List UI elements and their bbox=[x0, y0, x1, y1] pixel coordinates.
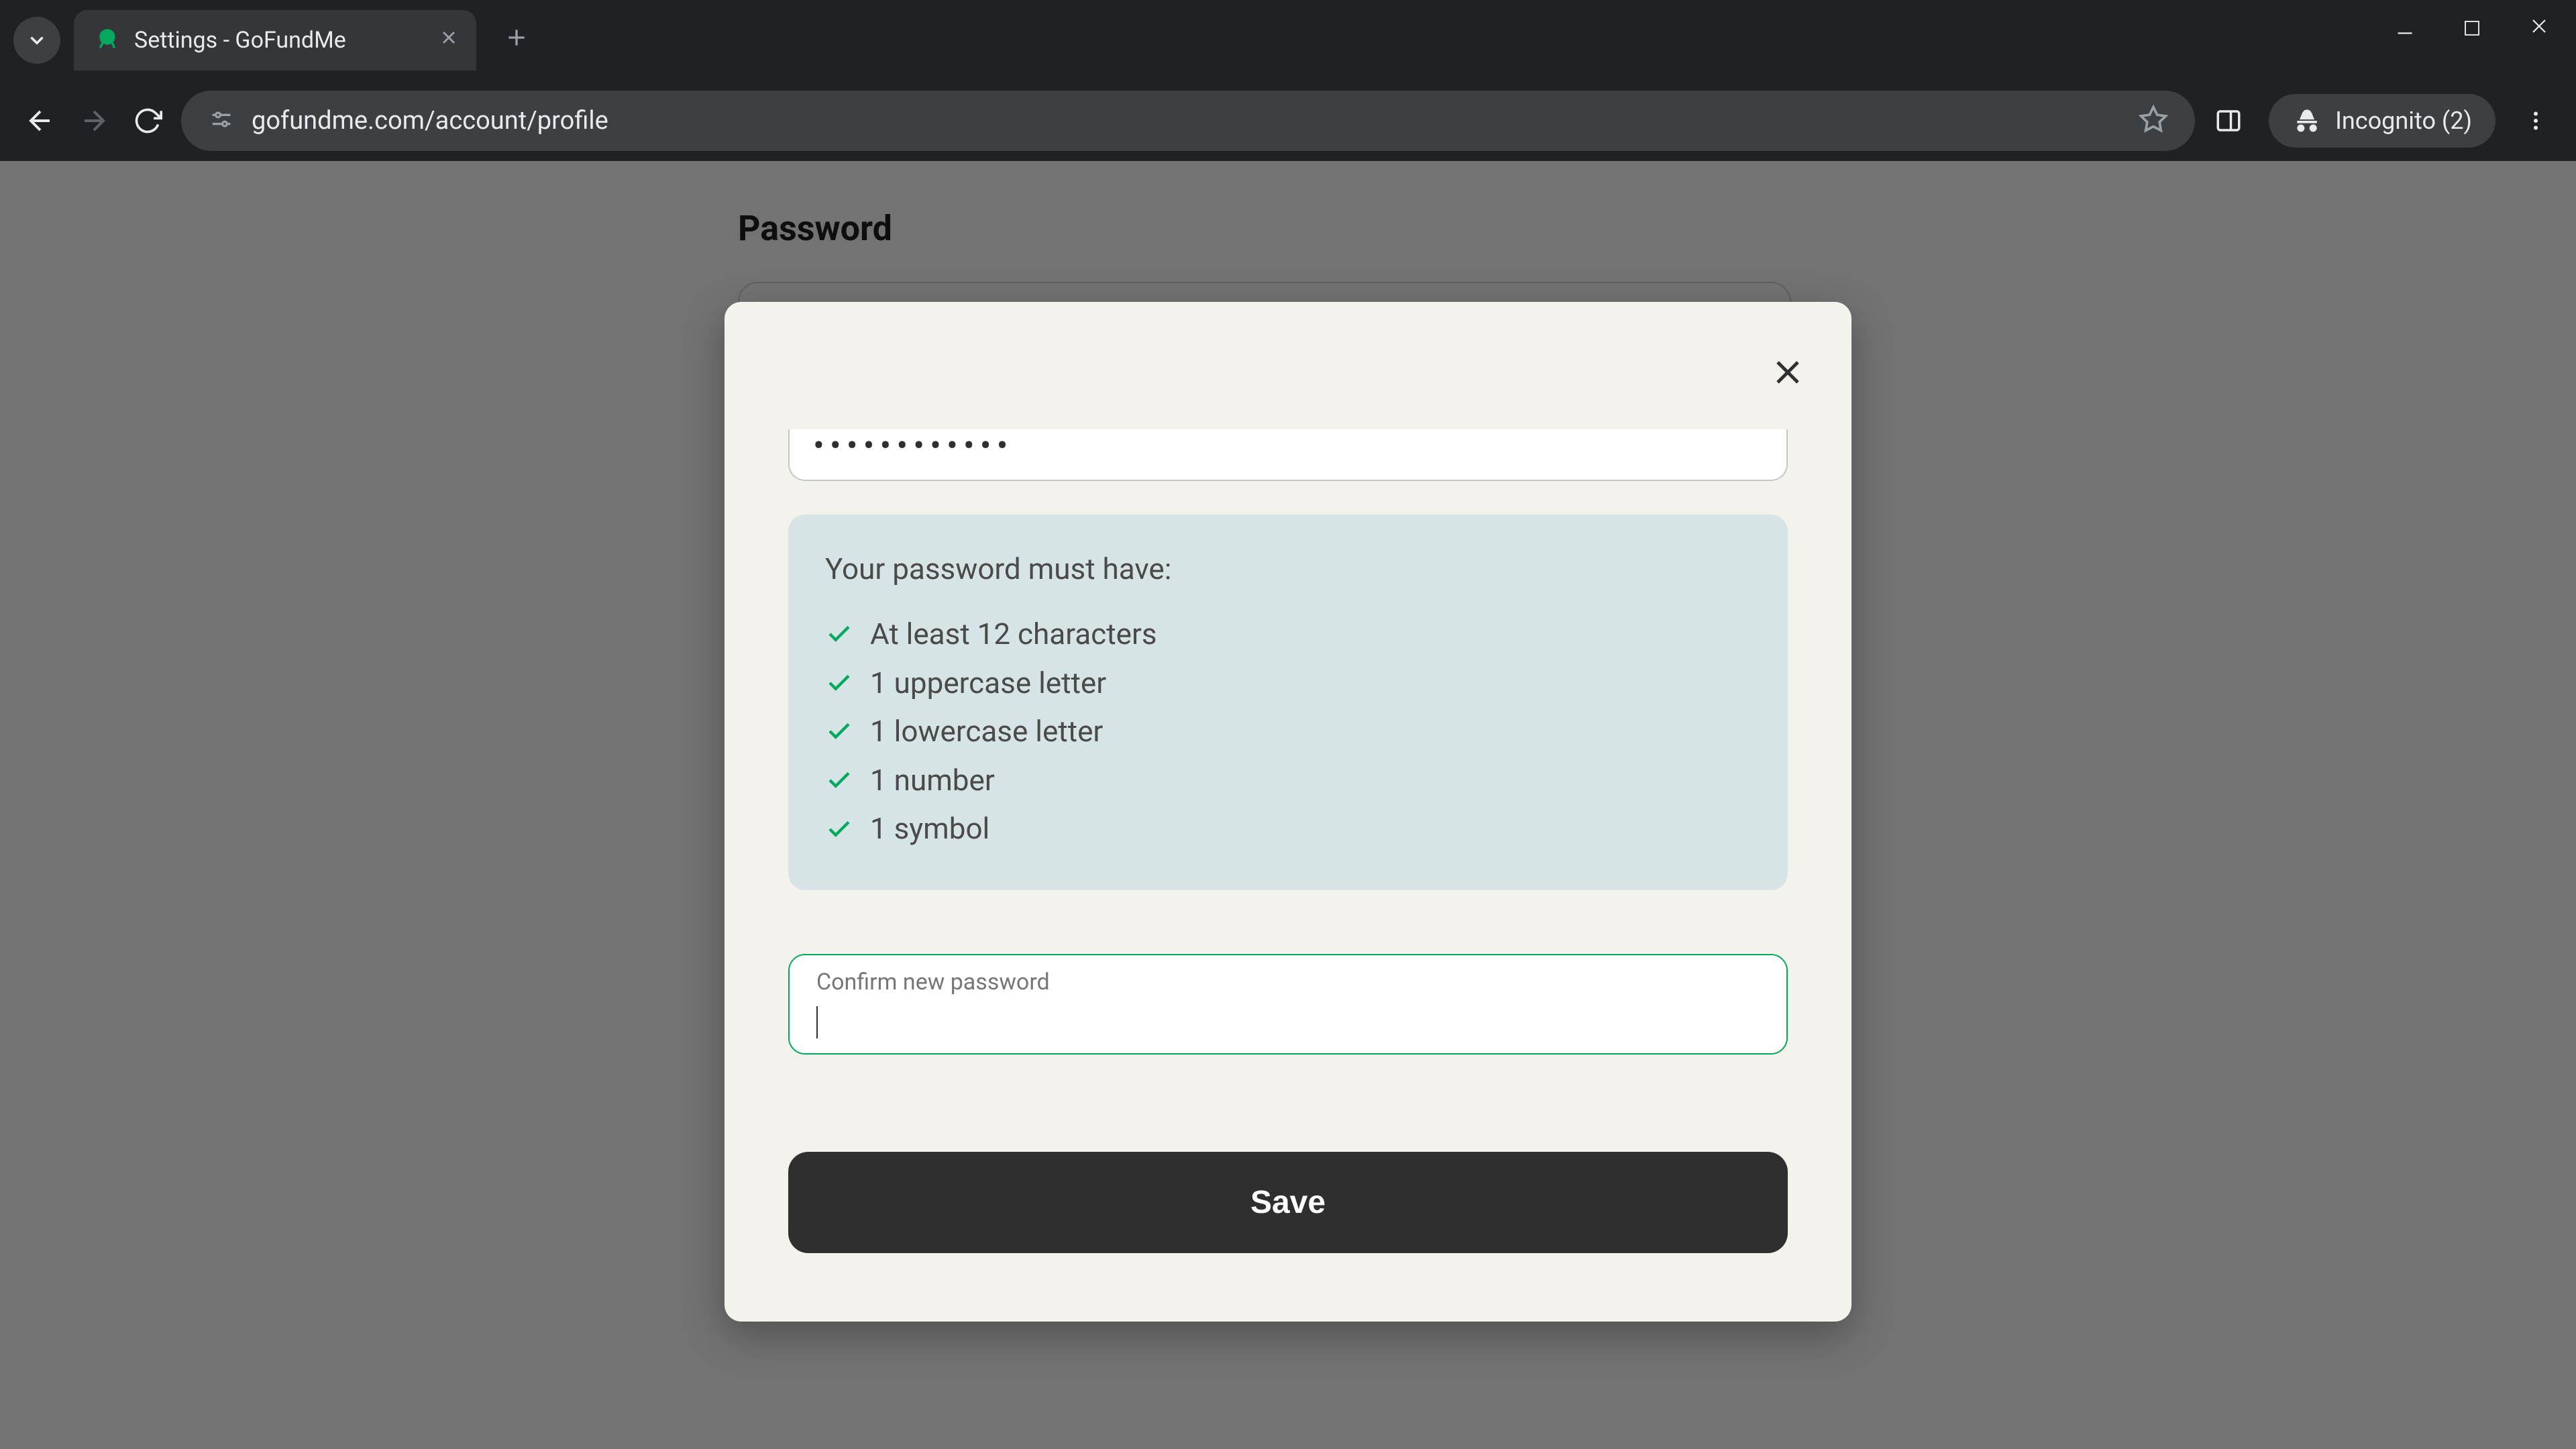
browser-chrome: Settings - GoFundMe bbox=[0, 0, 2576, 161]
requirement-item: 1 number bbox=[825, 756, 1751, 805]
bookmark-button[interactable] bbox=[2139, 105, 2168, 137]
new-password-field[interactable]: •••••••••••• bbox=[788, 429, 1788, 481]
url-text: gofundme.com/account/profile bbox=[252, 106, 2122, 136]
incognito-indicator[interactable]: Incognito (2) bbox=[2269, 94, 2496, 148]
incognito-icon bbox=[2292, 106, 2322, 136]
password-requirements-panel: Your password must have: At least 12 cha… bbox=[788, 515, 1788, 890]
reload-icon bbox=[133, 106, 162, 136]
requirement-text: 1 number bbox=[870, 756, 995, 805]
password-modal: •••••••••••• Your password must have: At… bbox=[724, 302, 1851, 1322]
dots-vertical-icon bbox=[2524, 109, 2548, 133]
tab-favicon-icon bbox=[94, 27, 121, 54]
site-info-button[interactable] bbox=[208, 106, 235, 136]
modal-header bbox=[724, 302, 1851, 429]
minimize-icon bbox=[2393, 14, 2417, 38]
panel-icon bbox=[2214, 107, 2243, 135]
maximize-icon bbox=[2462, 18, 2482, 38]
requirement-item: 1 lowercase letter bbox=[825, 707, 1751, 756]
modal-body: •••••••••••• Your password must have: At… bbox=[724, 429, 1851, 1315]
toolbar-right: Incognito (2) bbox=[2208, 94, 2556, 148]
requirement-item: At least 12 characters bbox=[825, 610, 1751, 659]
requirement-text: 1 lowercase letter bbox=[870, 707, 1103, 756]
save-button[interactable]: Save bbox=[788, 1152, 1788, 1253]
page-content: Password •••••••••••• Your password must… bbox=[0, 161, 2576, 1449]
close-icon bbox=[438, 27, 460, 48]
plus-icon bbox=[503, 24, 530, 51]
tab-close-button[interactable] bbox=[438, 26, 460, 54]
browser-menu-button[interactable] bbox=[2516, 101, 2556, 141]
browser-tab[interactable]: Settings - GoFundMe bbox=[74, 10, 476, 70]
back-button[interactable] bbox=[20, 101, 60, 141]
check-icon bbox=[825, 717, 853, 745]
maximize-button[interactable] bbox=[2455, 13, 2489, 45]
confirm-password-field[interactable]: Confirm new password bbox=[788, 954, 1788, 1055]
chevron-down-icon bbox=[25, 29, 48, 52]
tab-search-dropdown[interactable] bbox=[13, 17, 60, 64]
confirm-password-input[interactable] bbox=[816, 1001, 1760, 1033]
window-close-button[interactable] bbox=[2522, 13, 2556, 45]
requirement-item: 1 symbol bbox=[825, 804, 1751, 853]
tune-icon bbox=[208, 106, 235, 133]
modal-scroll-area[interactable]: •••••••••••• Your password must have: At… bbox=[755, 429, 1821, 1315]
address-bar-row: gofundme.com/account/profile Incognito (… bbox=[0, 80, 2576, 161]
arrow-right-icon bbox=[78, 105, 110, 137]
password-value-masked: •••••••••••• bbox=[813, 429, 1763, 463]
text-cursor bbox=[816, 1006, 818, 1038]
check-icon bbox=[825, 669, 853, 697]
minimize-button[interactable] bbox=[2388, 13, 2422, 45]
address-bar[interactable]: gofundme.com/account/profile bbox=[181, 91, 2195, 151]
close-icon bbox=[2527, 14, 2551, 38]
confirm-password-label: Confirm new password bbox=[816, 969, 1760, 996]
side-panel-button[interactable] bbox=[2208, 101, 2249, 141]
arrow-left-icon bbox=[24, 105, 56, 137]
incognito-label: Incognito (2) bbox=[2335, 107, 2472, 135]
requirement-text: 1 symbol bbox=[870, 804, 989, 853]
close-icon bbox=[1768, 352, 1808, 392]
requirements-title: Your password must have: bbox=[825, 551, 1751, 586]
check-icon bbox=[825, 620, 853, 648]
new-tab-button[interactable] bbox=[503, 21, 530, 60]
tab-bar: Settings - GoFundMe bbox=[0, 0, 2576, 80]
requirement-text: At least 12 characters bbox=[870, 610, 1157, 659]
forward-button[interactable] bbox=[74, 101, 114, 141]
tab-title: Settings - GoFundMe bbox=[134, 27, 346, 54]
requirement-item: 1 uppercase letter bbox=[825, 659, 1751, 708]
requirement-text: 1 uppercase letter bbox=[870, 659, 1106, 708]
reload-button[interactable] bbox=[127, 101, 168, 141]
window-controls bbox=[2388, 13, 2556, 45]
check-icon bbox=[825, 815, 853, 843]
check-icon bbox=[825, 766, 853, 794]
modal-close-button[interactable] bbox=[1764, 349, 1811, 396]
star-icon bbox=[2139, 105, 2168, 134]
